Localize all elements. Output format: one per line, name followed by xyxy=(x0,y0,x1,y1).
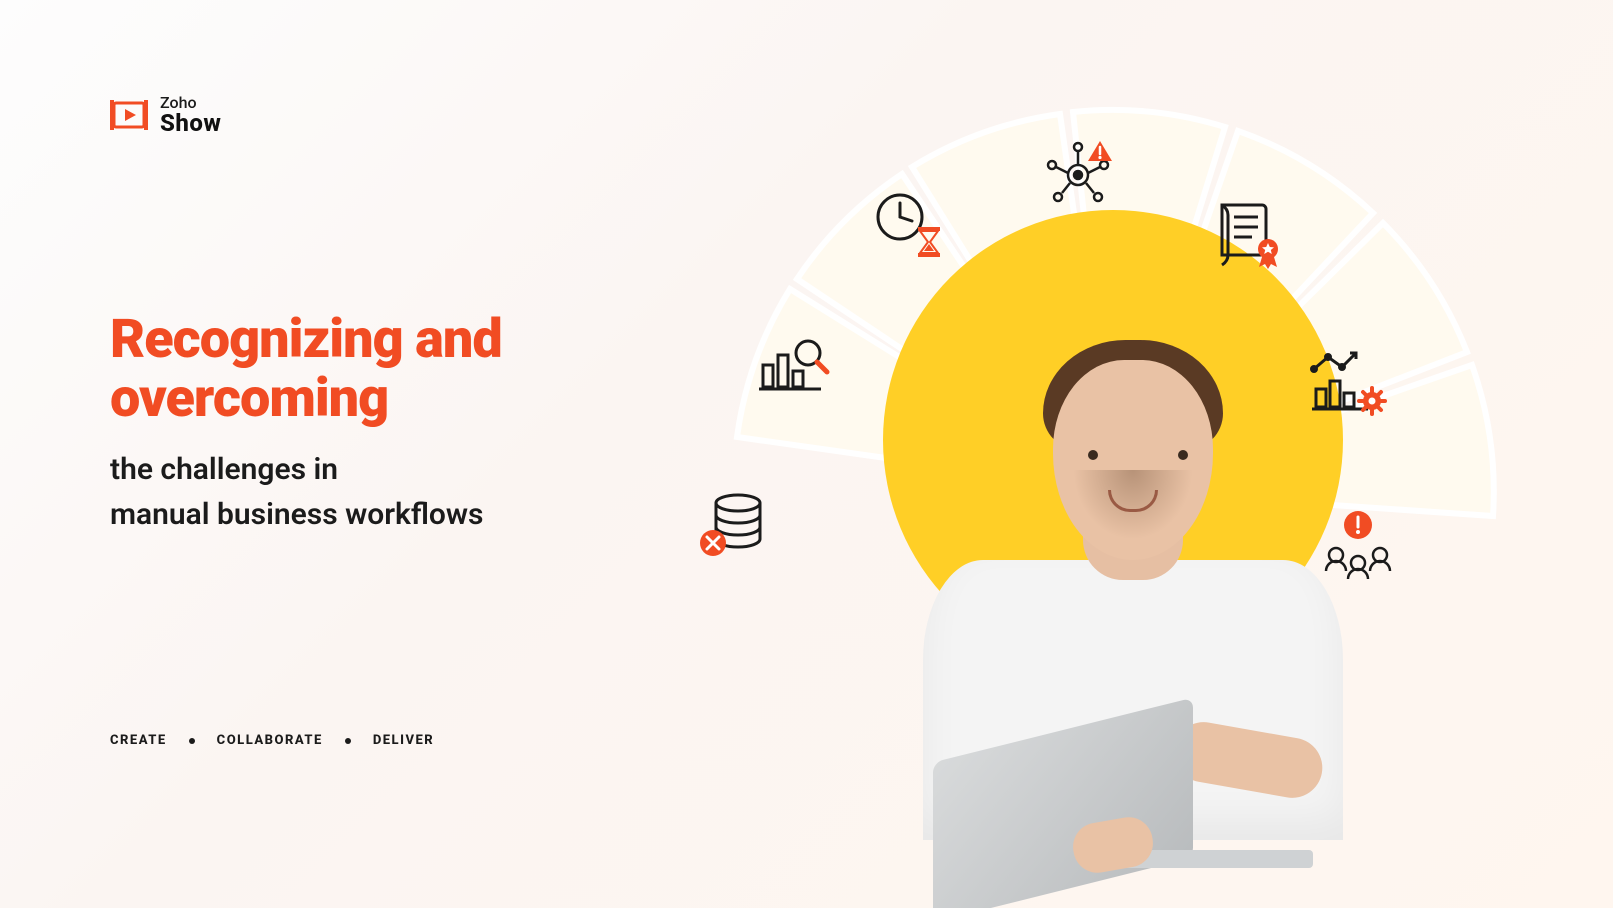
brand-logo: Zoho Show xyxy=(110,95,221,135)
clock-hourglass-icon xyxy=(853,170,963,280)
footer-item: DELIVER xyxy=(373,733,434,748)
footer-tags: CREATE COLLABORATE DELIVER xyxy=(110,733,434,748)
dot-separator-icon xyxy=(189,738,195,744)
network-alert-icon xyxy=(1023,120,1133,230)
database-error-icon xyxy=(678,470,788,580)
brand-text: Zoho Show xyxy=(160,95,221,135)
footer-item: COLLABORATE xyxy=(217,733,323,748)
footer-item: CREATE xyxy=(110,733,167,748)
dot-separator-icon xyxy=(345,738,351,744)
brand-line2: Show xyxy=(160,111,221,135)
slide: Zoho Show Recognizing and overcoming the… xyxy=(0,0,1613,908)
headline-sub2: manual business workflows xyxy=(110,492,650,537)
headline: Recognizing and overcoming the challenge… xyxy=(110,310,650,537)
play-frame-icon xyxy=(110,100,148,130)
person-illustration xyxy=(893,300,1373,840)
headline-emphasis: Recognizing and overcoming xyxy=(110,310,650,429)
chart-search-icon xyxy=(738,310,848,420)
headline-sub1: the challenges in xyxy=(110,447,650,492)
certificate-badge-icon xyxy=(1193,180,1303,290)
hero-visual xyxy=(683,60,1543,840)
